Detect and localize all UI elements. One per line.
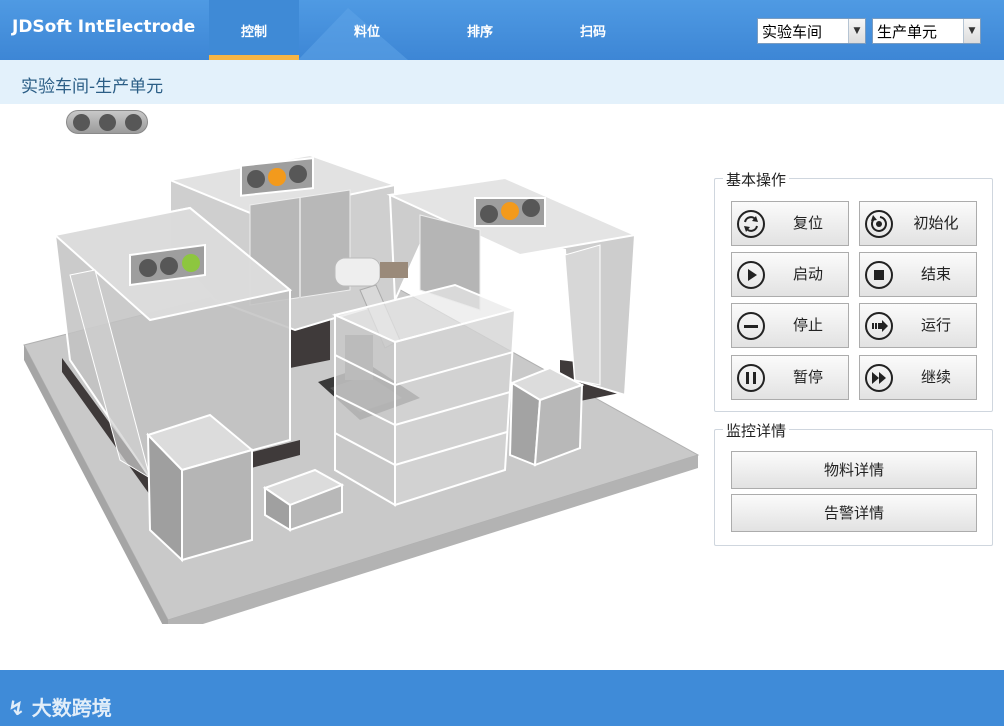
play-icon xyxy=(737,261,765,289)
pause-icon xyxy=(737,364,765,392)
tab-material-level[interactable]: 料位 xyxy=(322,0,412,60)
right-box[interactable] xyxy=(508,366,585,467)
reset-button-label: 复位 xyxy=(792,214,823,232)
back-light-3 xyxy=(289,165,307,183)
tab-sort-label: 排序 xyxy=(466,24,493,40)
stop-button[interactable]: 停止 xyxy=(731,303,849,348)
unit-select-value: 生产单元 xyxy=(877,23,938,41)
alarm-details-button[interactable]: 告警详情 xyxy=(731,494,977,532)
pause-button-label: 暂停 xyxy=(792,368,823,386)
material-details-button[interactable]: 物料详情 xyxy=(731,451,977,489)
tab-scan[interactable]: 扫码 xyxy=(548,0,638,60)
end-button-label: 结束 xyxy=(920,265,951,283)
fast-forward-icon xyxy=(865,364,893,392)
left-light-2 xyxy=(160,257,178,275)
pause-button[interactable]: 暂停 xyxy=(731,355,849,400)
monitor-details-group: 监控详情 物料详情 告警详情 xyxy=(714,420,993,546)
breadcrumb: 实验车间-生产单元 xyxy=(21,77,164,97)
footer-bar xyxy=(0,670,1004,726)
watermark-icon: ↯ xyxy=(8,696,25,720)
right-light-3 xyxy=(522,199,540,217)
reset-icon xyxy=(737,210,765,238)
tab-sort[interactable]: 排序 xyxy=(435,0,525,60)
basic-operations-group: 基本操作 复位 初始化 启动 结束 停止 运行 暂停 继续 xyxy=(714,169,993,412)
front-box-large[interactable] xyxy=(146,413,255,563)
run-button-label: 运行 xyxy=(920,316,951,334)
back-light-2 xyxy=(268,168,286,186)
app-title: JDSoft IntElectrode xyxy=(12,17,196,37)
minus-icon xyxy=(737,312,765,340)
breadcrumb-bar: 实验车间-生产单元 xyxy=(0,60,1004,104)
tab-material-level-label: 料位 xyxy=(353,24,380,40)
back-light-1 xyxy=(247,170,265,188)
init-icon xyxy=(865,210,893,238)
right-light-2 xyxy=(501,202,519,220)
initialize-button-label: 初始化 xyxy=(913,214,959,232)
chevron-down-icon: ▼ xyxy=(848,19,865,43)
watermark-logo: ↯ 大数跨境 xyxy=(8,692,112,721)
reset-button[interactable]: 复位 xyxy=(731,201,849,246)
right-light-1 xyxy=(480,205,498,223)
unit-select[interactable]: 生产单元 ▼ xyxy=(872,18,981,44)
start-button-label: 启动 xyxy=(792,265,823,283)
run-icon xyxy=(865,312,893,340)
tab-control-label: 控制 xyxy=(240,24,267,40)
stop-button-label: 停止 xyxy=(792,316,823,334)
basic-operations-title: 基本操作 xyxy=(723,169,790,190)
tab-control[interactable]: 控制 xyxy=(209,0,299,60)
top-header: JDSoft IntElectrode 控制 料位 排序 扫码 实验车间 ▼ 生… xyxy=(0,0,1004,60)
continue-button[interactable]: 继续 xyxy=(859,355,977,400)
left-light-3 xyxy=(182,254,200,272)
start-button[interactable]: 启动 xyxy=(731,252,849,297)
continue-button-label: 继续 xyxy=(920,368,951,386)
production-cell-3d-view[interactable] xyxy=(0,104,710,624)
end-button[interactable]: 结束 xyxy=(859,252,977,297)
workshop-select[interactable]: 实验车间 ▼ xyxy=(757,18,866,44)
left-light-1 xyxy=(139,259,157,277)
monitor-details-title: 监控详情 xyxy=(723,420,790,441)
tab-scan-label: 扫码 xyxy=(579,24,606,40)
initialize-button[interactable]: 初始化 xyxy=(859,201,977,246)
stop-icon xyxy=(865,261,893,289)
run-button[interactable]: 运行 xyxy=(859,303,977,348)
chevron-down-icon: ▼ xyxy=(963,19,980,43)
material-rack-center[interactable] xyxy=(331,283,519,507)
workshop-select-value: 实验车间 xyxy=(762,23,823,41)
watermark-text: 大数跨境 xyxy=(31,696,112,720)
